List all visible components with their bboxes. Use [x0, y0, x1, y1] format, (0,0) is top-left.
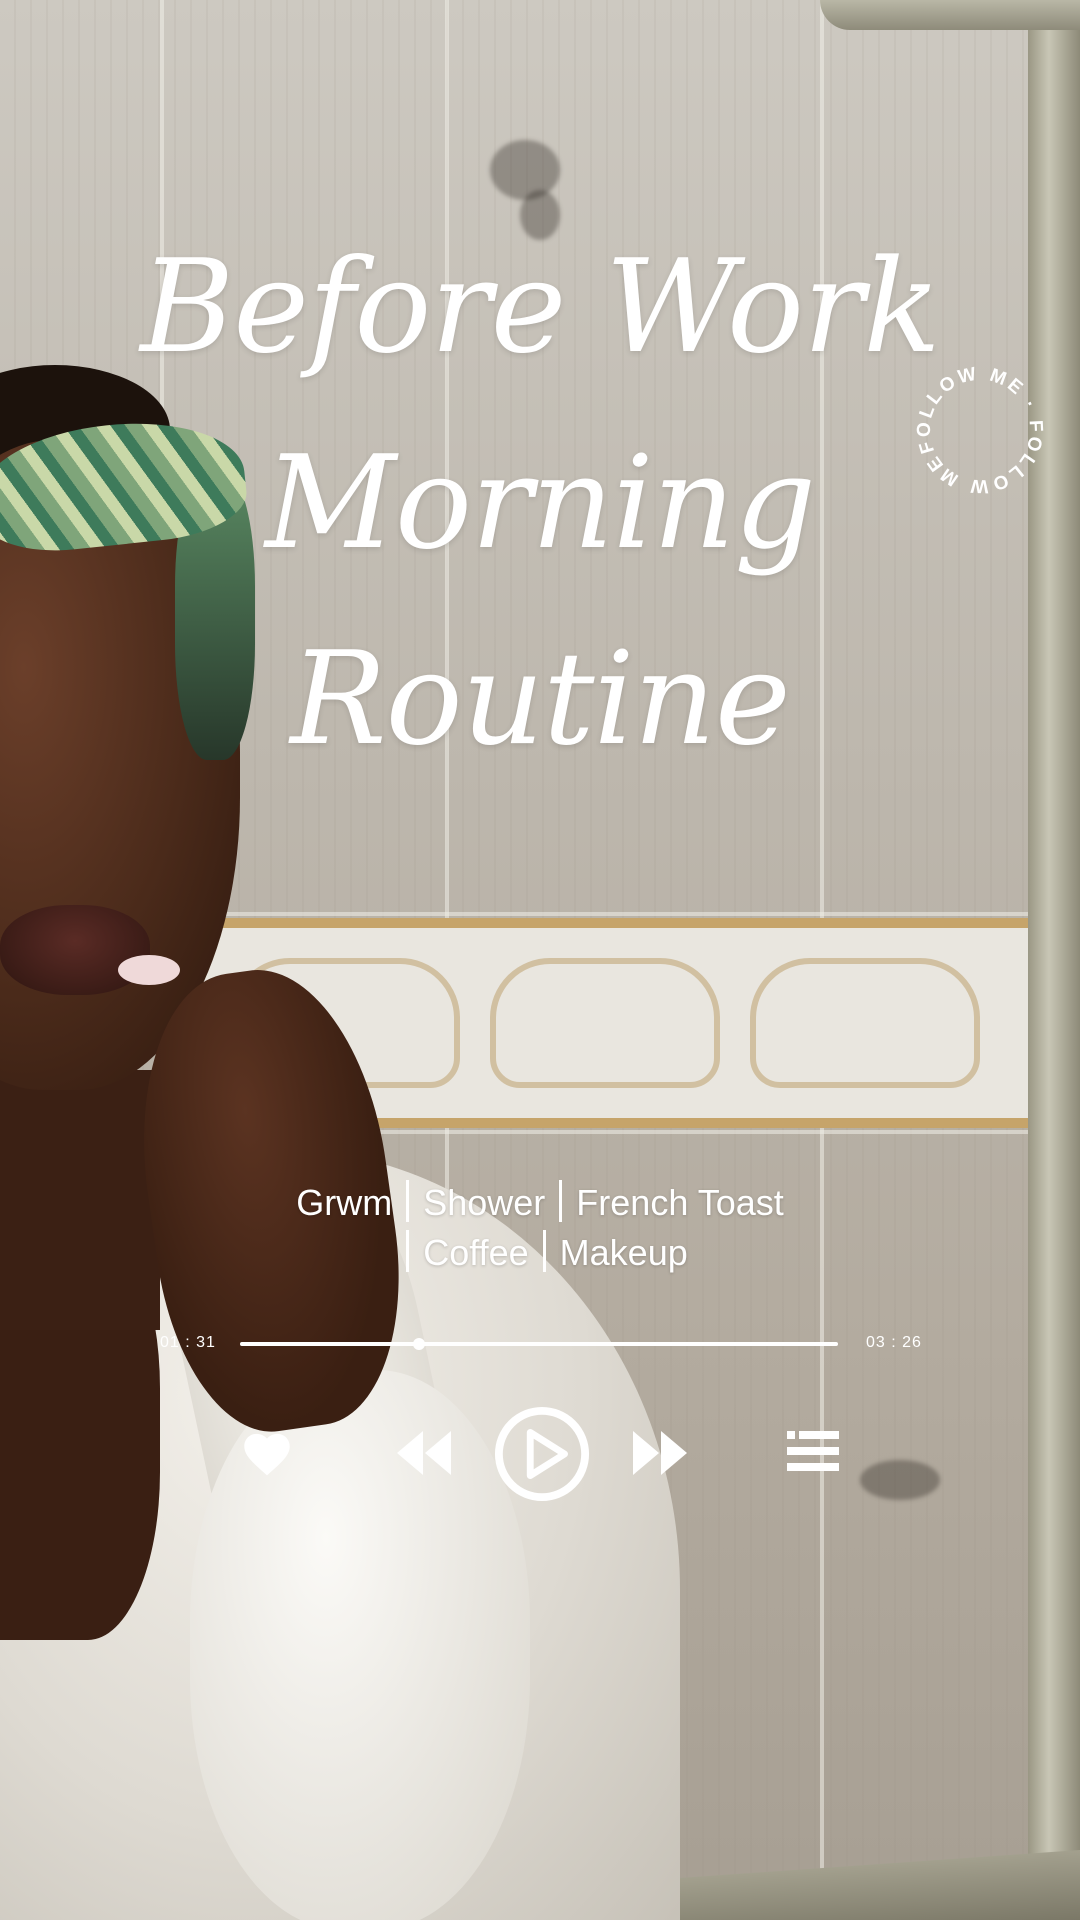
tag-separator — [559, 1180, 563, 1222]
tag-separator — [406, 1230, 410, 1272]
tags-line-1: Grwm Shower French Toast — [0, 1178, 1080, 1228]
previous-button[interactable] — [394, 1428, 454, 1478]
tag-coffee: Coffee — [423, 1232, 529, 1273]
tag-makeup: Makeup — [559, 1232, 688, 1273]
play-button[interactable] — [492, 1404, 592, 1504]
heart-icon — [244, 1433, 290, 1476]
rewind-icon — [397, 1431, 451, 1475]
list-icon — [787, 1431, 839, 1471]
like-button[interactable] — [236, 1424, 298, 1480]
progress-bar[interactable] — [240, 1338, 838, 1350]
tag-separator — [406, 1180, 410, 1222]
queue-button[interactable] — [786, 1428, 840, 1474]
tag-separator — [542, 1230, 546, 1272]
elapsed-time: 01 : 31 — [160, 1334, 216, 1351]
tile-motif — [750, 958, 980, 1088]
grime-spot — [860, 1460, 940, 1500]
next-button[interactable] — [630, 1428, 690, 1478]
title-line-3: Routine — [290, 625, 790, 774]
tag-grwm: Grwm — [296, 1182, 393, 1223]
title-line-1: Before Work — [140, 233, 941, 382]
person-lips — [0, 905, 150, 995]
play-icon — [494, 1406, 590, 1502]
grime-spot — [490, 140, 560, 200]
tag-shower: Shower — [423, 1182, 546, 1223]
tags-line-2: Coffee Makeup — [0, 1228, 1080, 1278]
fingernail — [118, 955, 180, 985]
mirror-frame — [820, 0, 1080, 30]
tile-motif — [490, 958, 720, 1088]
total-duration: 03 : 26 — [866, 1334, 922, 1351]
tag-french-toast: French Toast — [576, 1182, 784, 1223]
fast-forward-icon — [633, 1431, 687, 1475]
